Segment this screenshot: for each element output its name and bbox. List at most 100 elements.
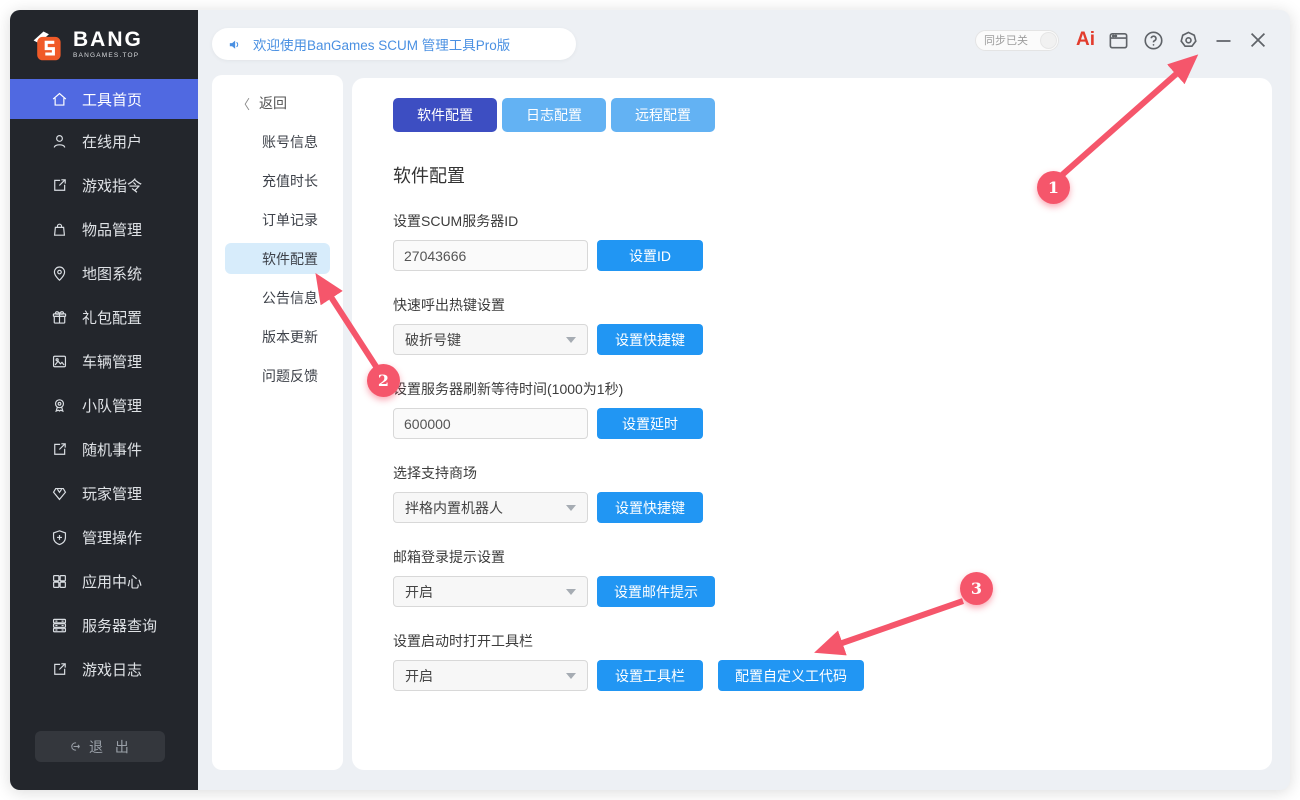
form-group-6: 设置启动时打开工具栏开启 设置工具栏配置自定义工代码 (393, 631, 1272, 691)
subnav-item-4[interactable]: 软件配置 (225, 243, 330, 274)
sidebar-item-4[interactable]: 物品管理 (10, 207, 198, 251)
share-icon (50, 440, 69, 459)
field-label: 设置服务器刷新等待时间(1000为1秒) (393, 379, 1272, 399)
back-button[interactable]: 〈 返回 (212, 84, 343, 122)
subnav-item-7[interactable]: 问题反馈 (212, 356, 343, 395)
sidebar-item-14[interactable]: 游戏日志 (10, 647, 198, 691)
group-5-select[interactable]: 开启 (393, 576, 588, 607)
speaker-icon (227, 36, 244, 53)
select-value: 开启 (405, 582, 433, 602)
diamond-icon (50, 484, 69, 503)
sidebar-item-13[interactable]: 服务器查询 (10, 603, 198, 647)
sidebar-item-2[interactable]: 在线用户 (10, 119, 198, 163)
group-1-button-1[interactable]: 设置ID (597, 240, 703, 271)
settings-gear-icon[interactable] (1176, 28, 1200, 52)
config-panel: 软件配置日志配置远程配置 软件配置 设置SCUM服务器ID设置ID快速呼出热键设… (352, 78, 1272, 770)
form-row: 开启 设置工具栏配置自定义工代码 (393, 660, 1272, 691)
select-value: 开启 (405, 666, 433, 686)
app-logo: BANG BANGAMES.TOP (10, 10, 198, 79)
group-3-input[interactable] (393, 408, 588, 439)
logout-label: 退 出 (89, 737, 133, 757)
group-3-button-1[interactable]: 设置延时 (597, 408, 703, 439)
chevron-down-icon (566, 337, 576, 343)
field-label: 邮箱登录提示设置 (393, 547, 1272, 567)
section-title: 软件配置 (393, 162, 1272, 188)
brand-logo-icon (30, 27, 66, 63)
tab-3[interactable]: 远程配置 (611, 98, 715, 132)
sync-toggle-label: 同步已关 (976, 32, 1028, 48)
user-icon (50, 132, 69, 151)
share-icon (50, 176, 69, 195)
sidebar-item-label: 礼包配置 (82, 307, 142, 328)
chevron-down-icon (566, 589, 576, 595)
group-6-select[interactable]: 开启 (393, 660, 588, 691)
chevron-down-icon (566, 505, 576, 511)
group-2-select[interactable]: 破折号键 (393, 324, 588, 355)
form-group-5: 邮箱登录提示设置开启 设置邮件提示 (393, 547, 1272, 607)
group-6-button-1[interactable]: 设置工具栏 (597, 660, 703, 691)
sidebar-nav: 工具首页在线用户游戏指令物品管理地图系统礼包配置车辆管理小队管理随机事件玩家管理… (10, 79, 198, 691)
group-6-button-2[interactable]: 配置自定义工代码 (718, 660, 864, 691)
brand-domain: BANGAMES.TOP (73, 53, 143, 60)
sidebar-item-label: 工具首页 (82, 89, 142, 110)
bag-icon (50, 220, 69, 239)
sidebar-item-label: 服务器查询 (82, 615, 157, 636)
logout-button[interactable]: 退 出 (35, 731, 165, 762)
announcement-bar: 欢迎使用BanGames SCUM 管理工具Pro版 (212, 28, 576, 60)
sync-toggle[interactable]: 同步已关 (975, 30, 1059, 51)
sidebar-item-3[interactable]: 游戏指令 (10, 163, 198, 207)
close-icon[interactable] (1246, 28, 1270, 52)
sidebar: BANG BANGAMES.TOP 工具首页在线用户游戏指令物品管理地图系统礼包… (10, 10, 198, 790)
app-window: BANG BANGAMES.TOP 工具首页在线用户游戏指令物品管理地图系统礼包… (10, 10, 1290, 790)
logout-icon (67, 739, 82, 754)
ai-button[interactable]: Ai (1076, 29, 1095, 51)
sidebar-item-9[interactable]: 随机事件 (10, 427, 198, 471)
sidebar-item-7[interactable]: 车辆管理 (10, 339, 198, 383)
sidebar-item-5[interactable]: 地图系统 (10, 251, 198, 295)
shield-plus-icon (50, 528, 69, 547)
field-label: 选择支持商场 (393, 463, 1272, 483)
sidebar-item-6[interactable]: 礼包配置 (10, 295, 198, 339)
sidebar-item-10[interactable]: 玩家管理 (10, 471, 198, 515)
sidebar-item-label: 玩家管理 (82, 483, 142, 504)
chevron-down-icon (566, 673, 576, 679)
sidebar-item-label: 游戏日志 (82, 659, 142, 680)
sidebar-item-label: 地图系统 (82, 263, 142, 284)
home-icon (50, 90, 69, 109)
form-row: 设置延时 (393, 408, 1272, 439)
window-panel-icon[interactable] (1106, 28, 1130, 52)
sidebar-item-label: 管理操作 (82, 527, 142, 548)
group-4-select[interactable]: 拌格内置机器人 (393, 492, 588, 523)
select-value: 破折号键 (405, 330, 461, 350)
minimize-icon[interactable] (1211, 28, 1235, 52)
group-2-button-1[interactable]: 设置快捷键 (597, 324, 703, 355)
window-controls: 同步已关 Ai (975, 26, 1270, 54)
subnav-item-3[interactable]: 订单记录 (212, 200, 343, 239)
form-row: 设置ID (393, 240, 1272, 271)
subnav-item-6[interactable]: 版本更新 (212, 317, 343, 356)
subnav-item-1[interactable]: 账号信息 (212, 122, 343, 161)
chevron-left-icon: 〈 (237, 94, 250, 113)
server-icon (50, 616, 69, 635)
tab-2[interactable]: 日志配置 (502, 98, 606, 132)
subnav-panel: 〈 返回 账号信息充值时长订单记录软件配置公告信息版本更新问题反馈 (212, 75, 343, 770)
sidebar-item-1[interactable]: 工具首页 (10, 79, 198, 119)
config-form: 设置SCUM服务器ID设置ID快速呼出热键设置破折号键设置快捷键设置服务器刷新等… (393, 211, 1272, 691)
subnav-item-2[interactable]: 充值时长 (212, 161, 343, 200)
image-icon (50, 352, 69, 371)
sidebar-item-12[interactable]: 应用中心 (10, 559, 198, 603)
group-4-button-1[interactable]: 设置快捷键 (597, 492, 703, 523)
brand-name: BANG (73, 29, 143, 50)
group-5-button-1[interactable]: 设置邮件提示 (597, 576, 715, 607)
toggle-knob-icon (1040, 32, 1057, 49)
announcement-text: 欢迎使用BanGames SCUM 管理工具Pro版 (253, 34, 510, 54)
help-icon[interactable] (1141, 28, 1165, 52)
sidebar-item-label: 车辆管理 (82, 351, 142, 372)
subnav-item-5[interactable]: 公告信息 (212, 278, 343, 317)
tab-1[interactable]: 软件配置 (393, 98, 497, 132)
sidebar-item-8[interactable]: 小队管理 (10, 383, 198, 427)
form-group-2: 快速呼出热键设置破折号键设置快捷键 (393, 295, 1272, 355)
group-1-input[interactable] (393, 240, 588, 271)
sidebar-item-11[interactable]: 管理操作 (10, 515, 198, 559)
field-label: 设置启动时打开工具栏 (393, 631, 1272, 651)
